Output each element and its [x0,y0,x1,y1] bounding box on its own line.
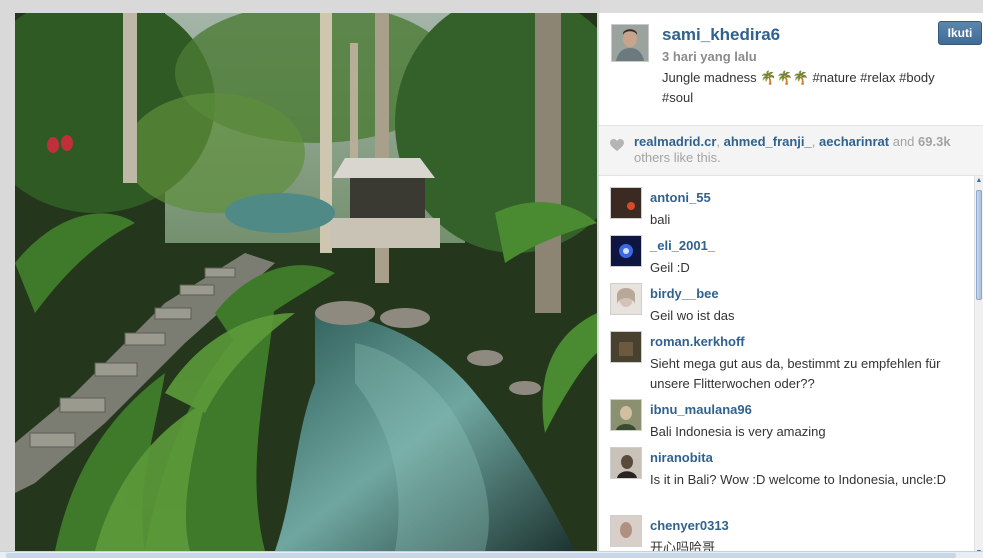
commenter-username[interactable]: birdy__bee [650,286,719,301]
horizontal-scroll-thumb[interactable] [6,553,956,558]
commenter-avatar[interactable] [610,235,642,267]
commenter-avatar[interactable] [610,283,642,315]
liker-link[interactable]: ahmed_franji_ [724,134,812,149]
post-detail-panel: sami_khedira6 3 hari yang lalu Jungle ma… [599,13,983,558]
post-photo[interactable] [15,13,597,551]
likes-section: realmadrid.cr, ahmed_franji_, aecharinra… [599,125,983,176]
author-username[interactable]: sami_khedira6 [662,25,780,45]
heart-icon[interactable] [610,139,624,152]
commenter-avatar[interactable] [610,187,642,219]
likes-and: and [892,134,915,149]
likes-text: realmadrid.cr, ahmed_franji_, aecharinra… [634,134,951,165]
commenter-avatar[interactable] [610,447,642,479]
commenter-avatar[interactable] [610,399,642,431]
commenter-username[interactable]: antoni_55 [650,190,711,205]
jungle-photo [15,13,597,551]
comments-scrollbar[interactable]: ▲ ▼ [974,176,983,558]
commenter-avatar[interactable] [610,331,642,363]
scroll-thumb[interactable] [976,190,982,300]
author-avatar[interactable] [611,24,649,62]
likes-count[interactable]: 69.3k [918,134,951,149]
comment-list: antoni_55 bali _eli_2001_ Geil :D birdy_… [599,176,974,558]
commenter-username[interactable]: ibnu_maulana96 [650,402,752,417]
comment-text: Geil :D [650,260,690,275]
commenter-avatar[interactable] [610,515,642,547]
follow-button[interactable]: Ikuti [938,21,982,45]
author-avatar-image [612,25,648,61]
liker-link[interactable]: realmadrid.cr [634,134,716,149]
commenter-username[interactable]: roman.kerkhoff [650,334,745,349]
post-caption: Jungle madness 🌴🌴🌴 #nature #relax #body … [662,70,935,105]
comment-text: Sieht mega gut aus da, bestimmt zu empfe… [650,356,941,391]
commenter-username[interactable]: chenyer0313 [650,518,729,533]
scroll-up-arrow-icon[interactable]: ▲ [975,176,983,186]
commenter-username[interactable]: niranobita [650,450,713,465]
photo-frame [0,0,600,558]
comment-text: bali [650,212,671,227]
comment-text: Bali Indonesia is very amazing [650,424,826,439]
horizontal-scrollbar[interactable] [0,551,983,558]
commenter-username[interactable]: _eli_2001_ [650,238,715,253]
likes-suffix: others like this. [634,150,721,165]
comment-text: Is it in Bali? Wow :D welcome to Indones… [650,472,947,487]
post-header: sami_khedira6 3 hari yang lalu Jungle ma… [599,13,983,125]
liker-link[interactable]: aecharinrat [819,134,889,149]
comment-text: Geil wo ist das [650,308,735,323]
post-time-ago: 3 hari yang lalu [662,49,757,64]
